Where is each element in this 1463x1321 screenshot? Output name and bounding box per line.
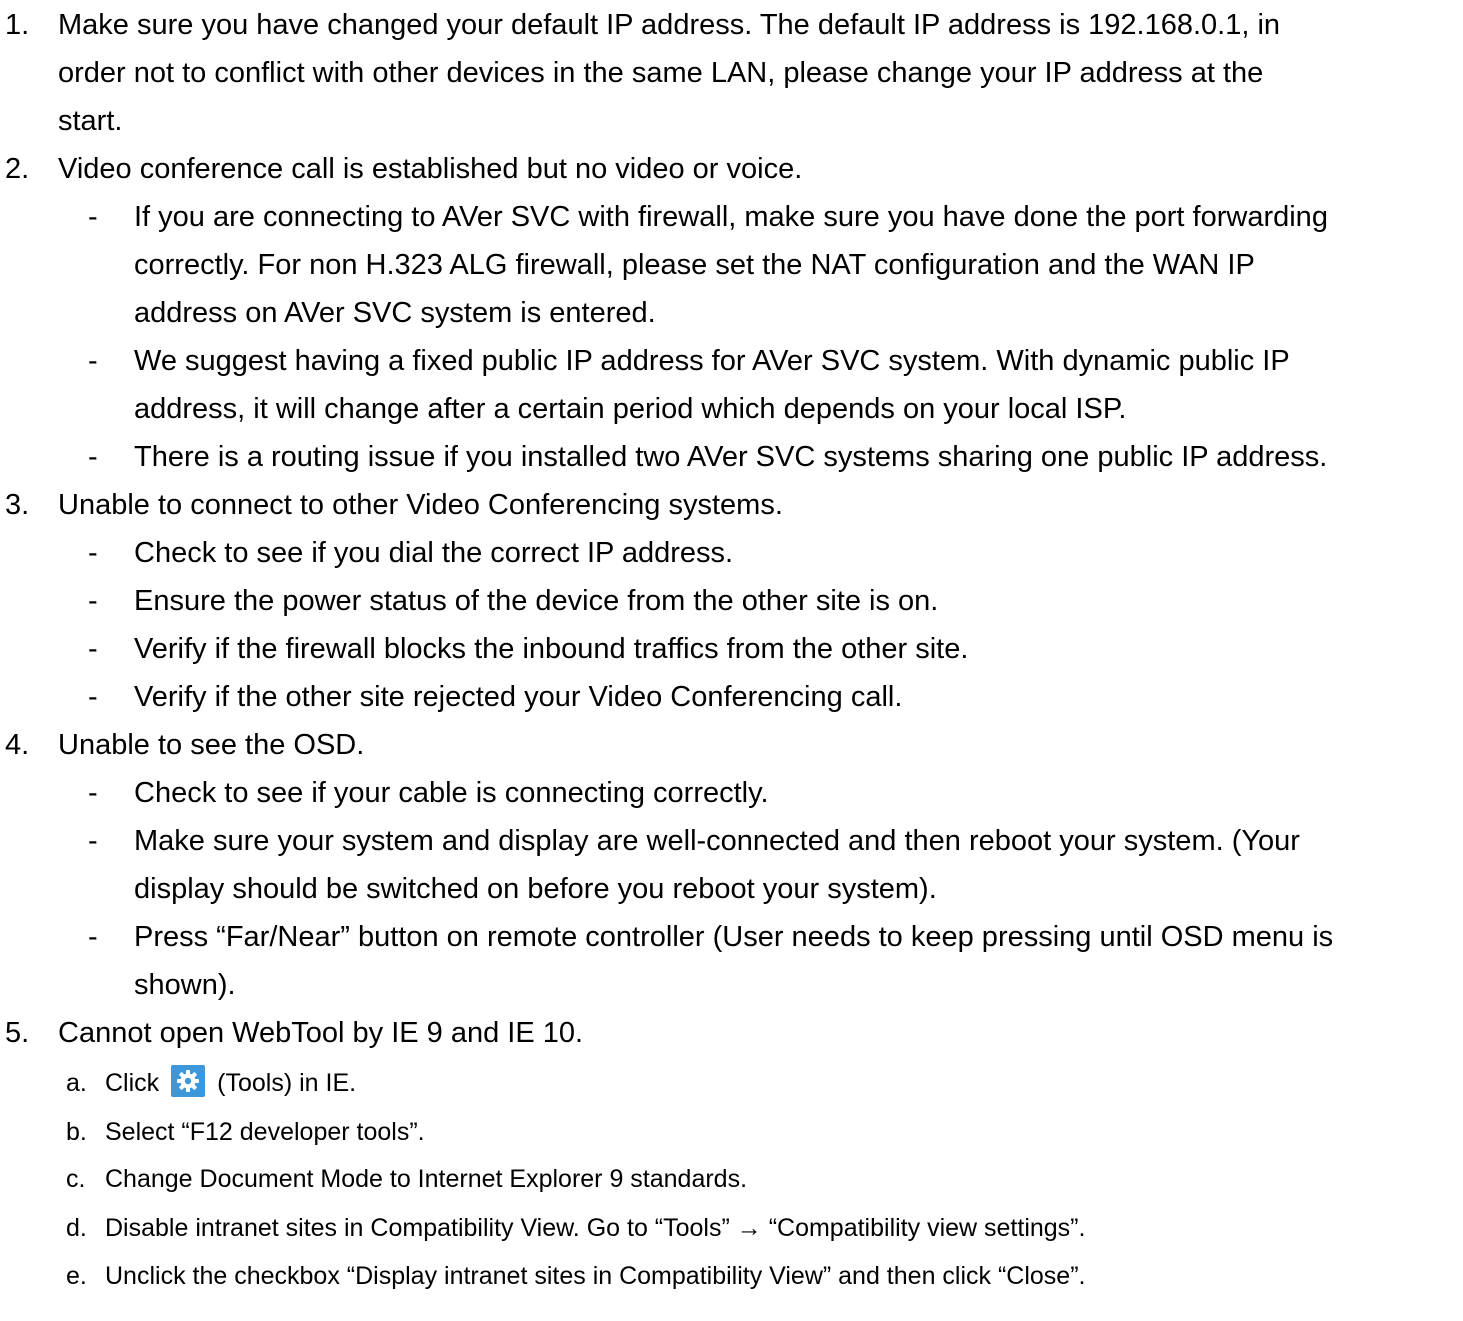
item-number: 4. <box>5 729 30 761</box>
bullet-text-line: shown). <box>134 969 236 1001</box>
step-text-before: Click <box>105 1069 160 1097</box>
bullet-dash: - <box>88 777 98 809</box>
bullet-dash: - <box>88 441 98 473</box>
step-text: Change Document Mode to Internet Explore… <box>105 1165 748 1193</box>
step-label: d. <box>66 1214 87 1242</box>
bullet-dash: - <box>88 921 98 953</box>
bullet-text-line: Check to see if your cable is connecting… <box>134 777 769 809</box>
bullet-dash: - <box>88 585 98 617</box>
bullet-dash: - <box>88 825 98 857</box>
bullet-text-line: address, it will change after a certain … <box>134 393 1127 425</box>
item-text-line: order not to conflict with other devices… <box>58 57 1264 89</box>
step-text-after: (Tools) in IE. <box>217 1069 357 1097</box>
bullet-dash: - <box>88 633 98 665</box>
step-label: c. <box>66 1165 86 1193</box>
bullet-text-line: Ensure the power status of the device fr… <box>134 585 939 617</box>
item-number: 5. <box>5 1017 30 1049</box>
item-text-line: Video conference call is established but… <box>58 153 803 185</box>
item-text-line: Unable to see the OSD. <box>58 729 365 761</box>
item-number: 2. <box>5 153 30 185</box>
bullet-text-line: We suggest having a fixed public IP addr… <box>134 345 1290 377</box>
step-text: Select “F12 developer tools”. <box>105 1118 425 1146</box>
bullet-text-line: Press “Far/Near” button on remote contro… <box>134 921 1334 953</box>
item-number: 1. <box>5 9 30 41</box>
step-label: e. <box>66 1262 87 1290</box>
bullet-text-line: Make sure your system and display are we… <box>134 825 1300 857</box>
bullet-text-line: display should be switched on before you… <box>134 873 937 905</box>
bullet-dash: - <box>88 681 98 713</box>
bullet-text-line: Verify if the firewall blocks the inboun… <box>134 633 969 665</box>
item-text-line: Make sure you have changed your default … <box>58 9 1281 41</box>
bullet-text-line: There is a routing issue if you installe… <box>134 441 1328 473</box>
gear-icon <box>171 1065 206 1097</box>
item-text-line: Cannot open WebTool by IE 9 and IE 10. <box>58 1017 584 1049</box>
bullet-text-line: Check to see if you dial the correct IP … <box>134 537 734 569</box>
item-text-line: Unable to connect to other Video Confere… <box>58 489 783 521</box>
step-text: Unclick the checkbox “Display intranet s… <box>105 1262 1086 1290</box>
bullet-dash: - <box>88 345 98 377</box>
step-text: Click (Tools) in IE. <box>105 1065 356 1101</box>
step-label: a. <box>66 1069 87 1097</box>
bullet-text-line: address on AVer SVC system is entered. <box>134 297 656 329</box>
bullet-dash: - <box>88 537 98 569</box>
bullet-text-line: If you are connecting to AVer SVC with f… <box>134 201 1328 233</box>
bullet-text-line: correctly. For non H.323 ALG firewall, p… <box>134 249 1255 281</box>
item-number: 3. <box>5 489 30 521</box>
bullet-dash: - <box>88 201 98 233</box>
item-text-line: start. <box>58 105 123 137</box>
step-label: b. <box>66 1118 87 1146</box>
step-text: Disable intranet sites in Compatibility … <box>105 1214 1086 1242</box>
bullet-text-line: Verify if the other site rejected your V… <box>134 681 903 713</box>
